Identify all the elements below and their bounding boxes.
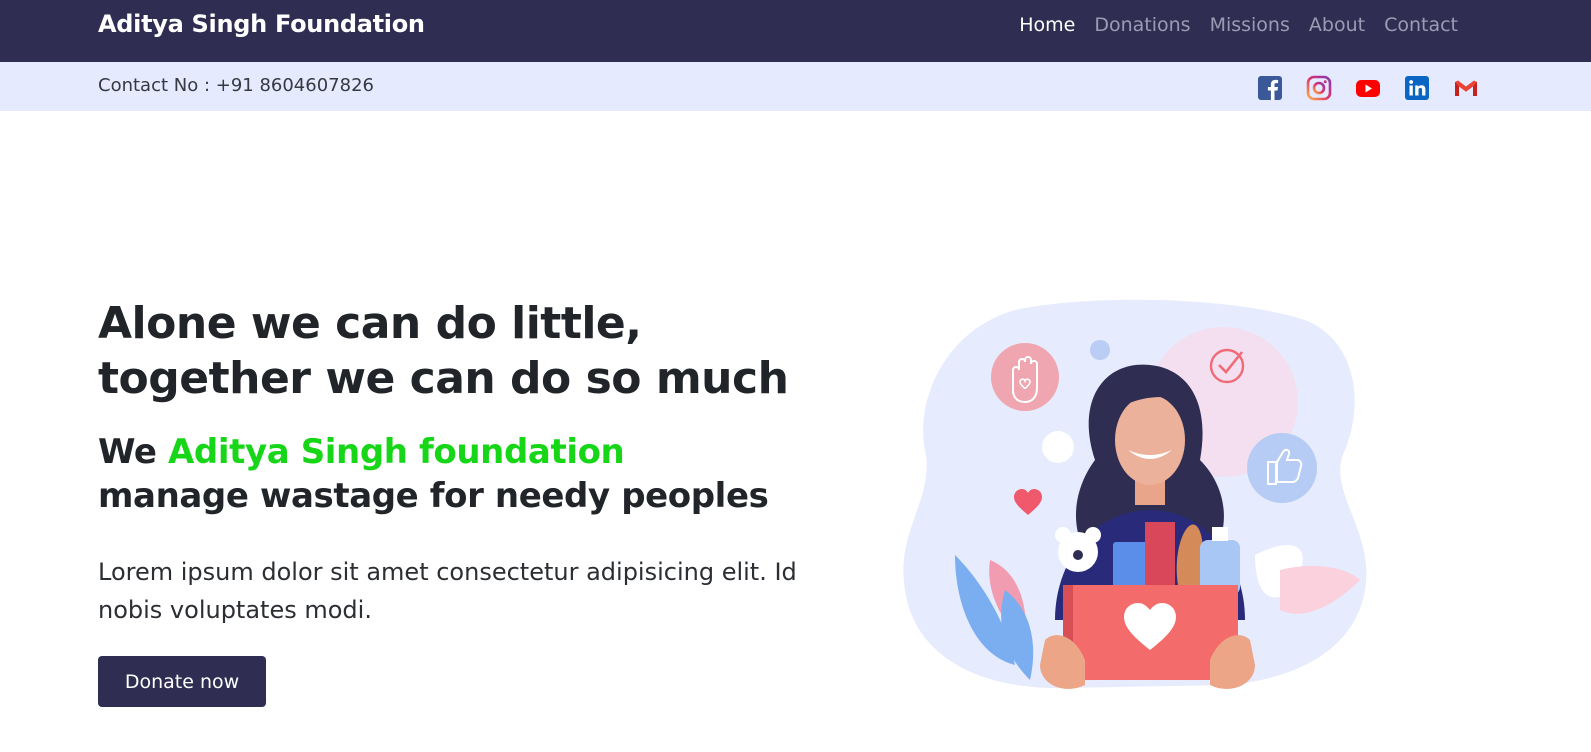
foundation-name-highlight: Aditya Singh foundation — [168, 432, 625, 472]
hero-description: Lorem ipsum dolor sit amet consectetur a… — [98, 558, 797, 624]
nav-link-home[interactable]: Home — [1019, 14, 1075, 36]
social-links — [1257, 75, 1479, 101]
hero-subtitle-line2: manage wastage for needy peoples — [98, 476, 769, 516]
facebook-icon[interactable] — [1257, 75, 1283, 101]
linkedin-icon[interactable] — [1404, 75, 1430, 101]
youtube-icon[interactable] — [1355, 75, 1381, 101]
instagram-icon[interactable] — [1306, 75, 1332, 101]
hero-title: Alone we can do little, together we can … — [98, 296, 789, 406]
brand-logo-text[interactable]: Aditya Singh Foundation — [98, 10, 425, 38]
hero-title-line1: Alone we can do little, — [98, 298, 642, 349]
nav-links: Home Donations Missions About Contact — [1019, 14, 1458, 36]
donate-now-button[interactable]: Donate now — [98, 656, 266, 707]
nav-link-about[interactable]: About — [1309, 14, 1365, 36]
donation-illustration — [895, 290, 1375, 700]
hero-subtitle-prefix: We — [98, 432, 168, 472]
hero-subtitle: We Aditya Singh foundation manage wastag… — [98, 430, 769, 518]
gmail-icon[interactable] — [1453, 75, 1479, 101]
contact-number: Contact No : +91 8604607826 — [98, 75, 374, 96]
nav-link-missions[interactable]: Missions — [1210, 14, 1290, 36]
nav-link-donations[interactable]: Donations — [1094, 14, 1190, 36]
nav-link-contact[interactable]: Contact — [1384, 14, 1458, 36]
top-navbar: Aditya Singh Foundation Home Donations M… — [0, 0, 1591, 62]
hero-subtitle-line1: We Aditya Singh foundation — [98, 430, 768, 474]
hero-title-line2: together we can do so much — [98, 353, 789, 404]
contact-bar: Contact No : +91 8604607826 — [0, 62, 1591, 111]
